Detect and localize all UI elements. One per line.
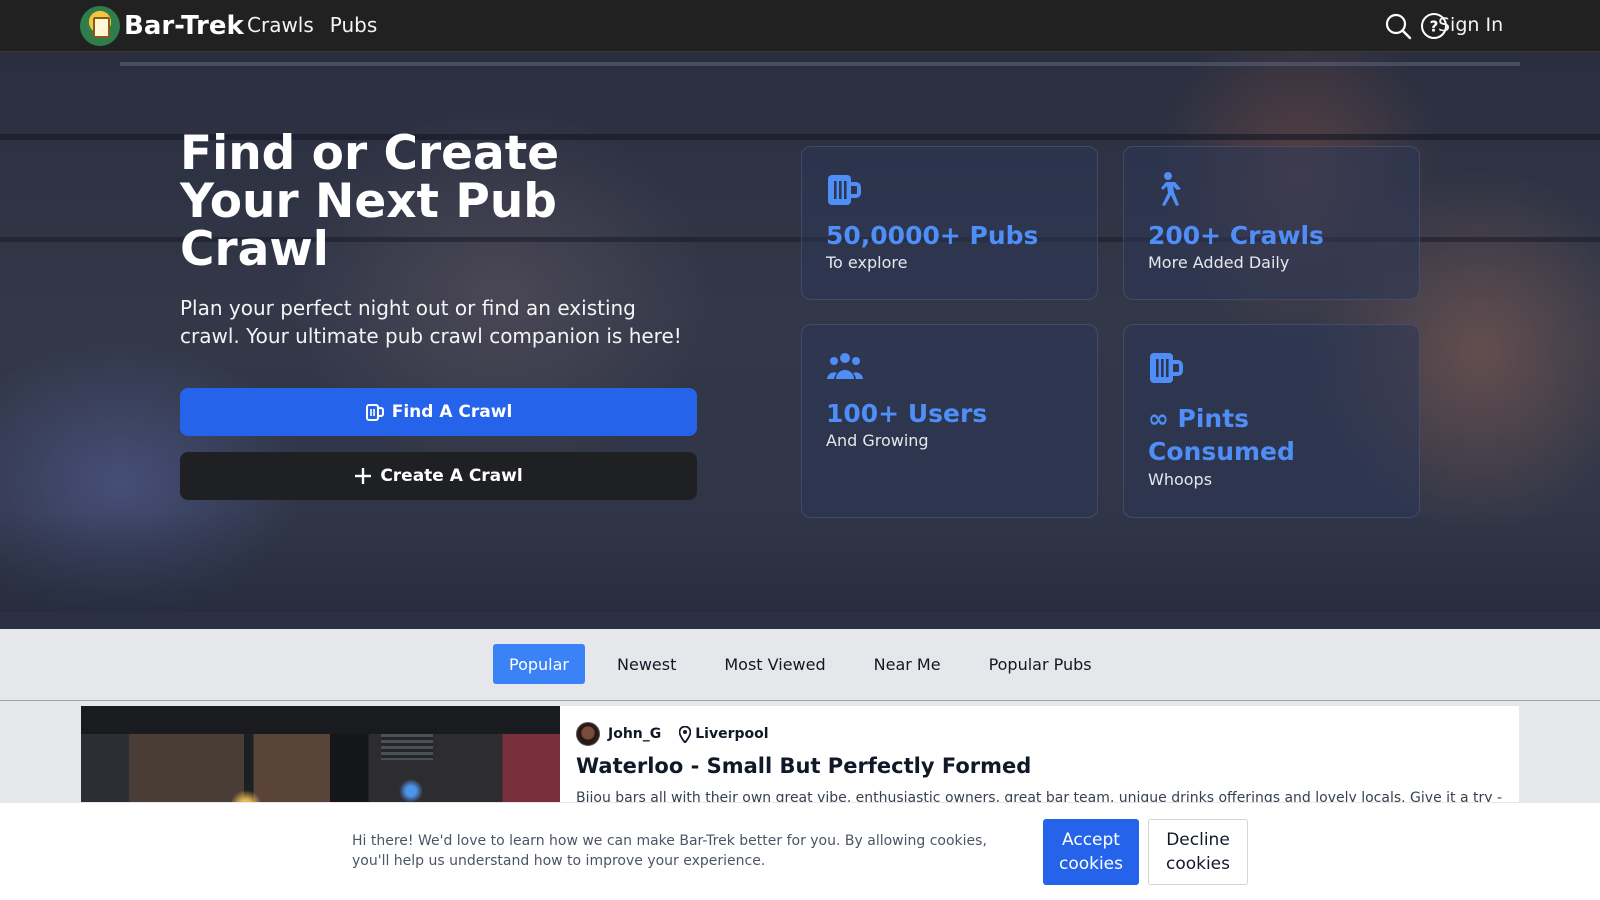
stat-label: And Growing <box>826 431 929 450</box>
beer-mug-icon <box>365 404 384 421</box>
cookie-banner: Hi there! We'd love to learn how we can … <box>0 802 1600 900</box>
tab-newest[interactable]: Newest <box>601 644 692 684</box>
stat-value: 100+ Users <box>826 399 988 428</box>
cookie-message: Hi there! We'd love to learn how we can … <box>352 833 987 869</box>
map-pin-icon <box>679 725 692 743</box>
author-name[interactable]: John_G <box>608 726 661 742</box>
crawl-meta: John_G Liverpool <box>576 722 769 746</box>
find-crawl-label: Find A Crawl <box>391 402 513 422</box>
users-icon <box>827 353 863 379</box>
tab-popular[interactable]: Popular <box>493 644 585 684</box>
stat-value: 50,0000+ Pubs <box>826 221 1039 250</box>
crawl-tabs-bar: Popular Newest Most Viewed Near Me Popul… <box>0 629 1600 701</box>
create-crawl-button[interactable]: Create A Crawl <box>180 452 697 500</box>
location-name: Liverpool <box>695 726 769 742</box>
find-crawl-button[interactable]: Find A Crawl <box>180 388 697 436</box>
nav-link-pubs[interactable]: Pubs <box>330 13 378 37</box>
hero-background-rail <box>120 62 1520 66</box>
bar-trek-logo-icon <box>80 6 120 46</box>
nav-link-crawls[interactable]: Crawls <box>247 13 314 37</box>
top-navbar: Bar-Trek Crawls Pubs ? Sign In <box>0 0 1600 52</box>
create-crawl-label: Create A Crawl <box>380 466 523 486</box>
crawl-tabs: Popular Newest Most Viewed Near Me Popul… <box>493 644 1124 684</box>
beer-mug-icon <box>1150 353 1183 383</box>
stat-value: 200+ Crawls <box>1148 221 1324 250</box>
brand-link[interactable]: Bar-Trek <box>80 6 244 46</box>
stat-card-users: 100+ Users And Growing <box>801 324 1098 518</box>
decline-cookies-button[interactable]: Decline cookies <box>1148 819 1248 885</box>
stat-card-pubs: 50,0000+ Pubs To explore <box>801 146 1098 300</box>
avatar[interactable] <box>576 722 600 746</box>
nav-links: Crawls Pubs <box>247 13 377 37</box>
search-icon[interactable] <box>1383 11 1413 41</box>
beer-mug-icon <box>828 175 861 205</box>
stat-value: ∞ Pints Consumed <box>1148 404 1295 466</box>
crawl-title[interactable]: Waterloo - Small But Perfectly Formed <box>576 754 1031 778</box>
tab-most-viewed[interactable]: Most Viewed <box>708 644 841 684</box>
stat-label: Whoops <box>1148 470 1213 489</box>
tab-popular-pubs[interactable]: Popular Pubs <box>973 644 1108 684</box>
accept-cookies-button[interactable]: Accept cookies <box>1043 819 1139 885</box>
hero-title: Find or Create Your Next Pub Crawl <box>180 126 560 277</box>
hero-subtitle: Plan your perfect night out or find an e… <box>180 296 682 348</box>
brand-name: Bar-Trek <box>124 11 244 41</box>
stat-card-crawls: 200+ Crawls More Added Daily <box>1123 146 1420 300</box>
hero-background-floor <box>0 612 1600 629</box>
stat-label: To explore <box>826 253 908 272</box>
crawl-location: Liverpool <box>679 725 769 743</box>
tab-near-me[interactable]: Near Me <box>858 644 957 684</box>
hero-section: Find or Create Your Next Pub Crawl Plan … <box>0 52 1600 629</box>
walking-person-icon <box>1161 172 1181 206</box>
sign-in-link[interactable]: Sign In <box>1438 14 1503 36</box>
stat-label: More Added Daily <box>1148 253 1290 272</box>
plus-icon <box>355 468 372 484</box>
stat-card-pints: ∞ Pints Consumed Whoops <box>1123 324 1420 518</box>
